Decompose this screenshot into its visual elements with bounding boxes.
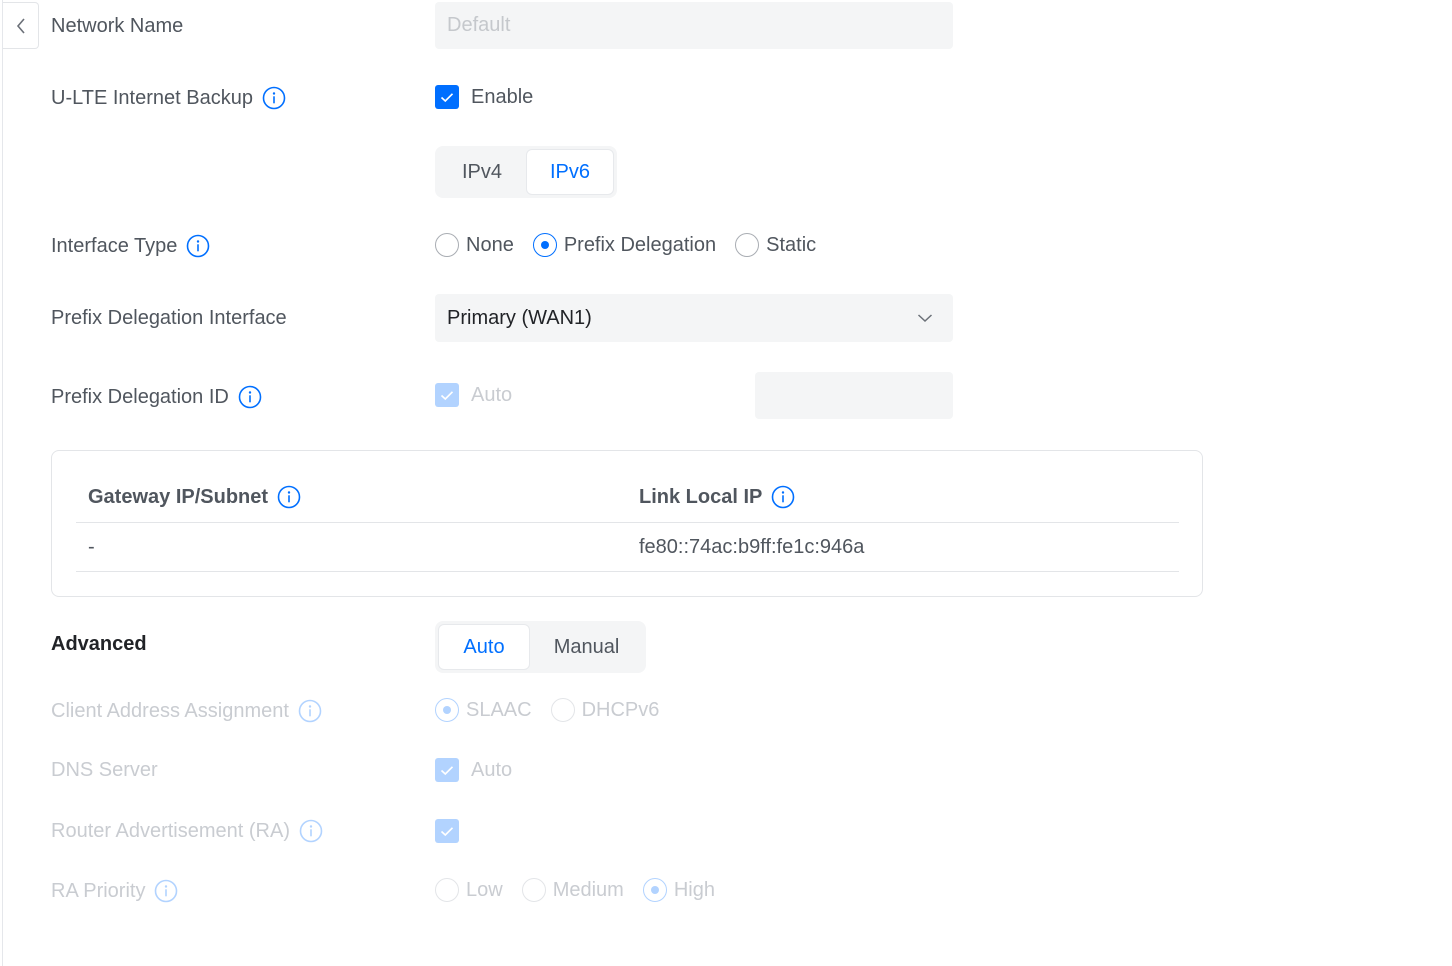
chevron-left-icon [16,17,25,34]
info-icon[interactable] [238,385,262,409]
ulte-backup-checkbox[interactable] [435,85,459,109]
dns-server-auto-checkbox [435,758,459,782]
back-button[interactable] [3,2,39,49]
radio-dhcpv6-label: DHCPv6 [581,698,660,721]
radio-dhcpv6 [550,698,575,722]
link-local-header: Link Local IP [639,485,795,509]
gateway-header-text: Gateway IP/Subnet [88,485,269,508]
ra-priority-label-text: RA Priority [51,879,146,902]
ip-version-segmented-control: IPv4 IPv6 [435,146,617,198]
radio-prefix-delegation-label[interactable]: Prefix Delegation [564,234,716,257]
link-local-value: fe80::74ac:b9ff:fe1c:946a [639,536,865,558]
ulte-backup-label-text: U-LTE Internet Backup [51,86,253,109]
pd-interface-label-text: Prefix Delegation Interface [51,307,287,329]
pd-id-input [755,372,953,419]
advanced-label-text: Advanced [51,633,147,655]
radio-static[interactable] [735,233,760,257]
check-icon [440,390,454,400]
card-divider [76,571,1179,572]
tab-advanced-manual[interactable]: Manual [530,624,643,670]
tab-ipv6[interactable]: IPv6 [526,149,614,195]
interface-type-label: Interface Type [51,234,210,258]
panel-left-border [2,0,3,966]
ulte-backup-enable[interactable]: Enable [435,85,533,109]
router-advertisement-toggle [435,819,471,843]
info-icon[interactable] [186,234,210,258]
info-icon [154,879,178,903]
pd-id-auto-label: Auto [471,383,513,406]
tab-advanced-auto[interactable]: Auto [438,624,530,670]
ulte-backup-label: U-LTE Internet Backup [51,86,286,110]
interface-type-label-text: Interface Type [51,234,178,257]
radio-high [642,878,667,902]
radio-high-label: High [673,878,715,901]
advanced-label: Advanced [51,633,147,656]
radio-low [435,878,459,902]
client-address-label: Client Address Assignment [51,699,322,723]
radio-prefix-delegation[interactable] [532,233,557,257]
router-advertisement-label: Router Advertisement (RA) [51,819,323,843]
client-address-radio-group: SLAAC DHCPv6 [435,698,678,722]
tab-ipv4[interactable]: IPv4 [438,149,526,195]
pd-id-label: Prefix Delegation ID [51,385,262,409]
dns-server-auto: Auto [435,758,512,782]
ra-priority-radio-group: Low Medium High [435,878,734,902]
ip-info-card: Gateway IP/Subnet Link Local IP - fe80::… [51,450,1203,597]
network-name-label: Network Name [51,15,183,38]
router-advertisement-checkbox [435,819,459,843]
radio-static-label[interactable]: Static [766,234,816,257]
check-icon [440,765,454,775]
info-icon[interactable] [262,86,286,110]
network-name-placeholder: Default [447,14,511,36]
gateway-header: Gateway IP/Subnet [88,485,301,509]
info-icon [298,699,322,723]
router-advertisement-label-text: Router Advertisement (RA) [51,819,290,842]
info-icon[interactable] [771,485,795,509]
radio-medium [521,878,546,902]
dns-server-label-text: DNS Server [51,759,158,781]
info-icon [299,819,323,843]
check-icon [440,92,454,102]
radio-none[interactable] [435,233,459,257]
radio-slaac [435,698,459,722]
radio-medium-label: Medium [552,878,624,901]
card-divider [76,522,1179,523]
ulte-backup-enable-label: Enable [471,85,534,108]
network-name-label-text: Network Name [51,15,184,37]
advanced-segmented-control: Auto Manual [435,621,646,673]
dns-server-auto-label: Auto [471,758,513,781]
pd-interface-label: Prefix Delegation Interface [51,307,287,330]
check-icon [440,826,454,836]
network-name-input: Default [435,2,953,49]
pd-id-label-text: Prefix Delegation ID [51,385,229,408]
interface-type-radio-group: None Prefix Delegation Static [435,233,835,257]
info-icon[interactable] [277,485,301,509]
link-local-header-text: Link Local IP [639,485,763,508]
radio-low-label: Low [466,878,503,901]
ra-priority-label: RA Priority [51,879,178,903]
dns-server-label: DNS Server [51,759,158,782]
pd-id-auto-checkbox [435,383,459,407]
radio-slaac-label: SLAAC [466,698,532,721]
pd-interface-select[interactable]: Primary (WAN1) [435,294,953,342]
radio-none-label[interactable]: None [466,234,514,257]
client-address-label-text: Client Address Assignment [51,699,289,722]
pd-interface-value: Primary (WAN1) [447,306,592,329]
chevron-down-icon [917,314,933,323]
gateway-value: - [88,536,95,558]
pd-id-auto: Auto [435,383,512,407]
